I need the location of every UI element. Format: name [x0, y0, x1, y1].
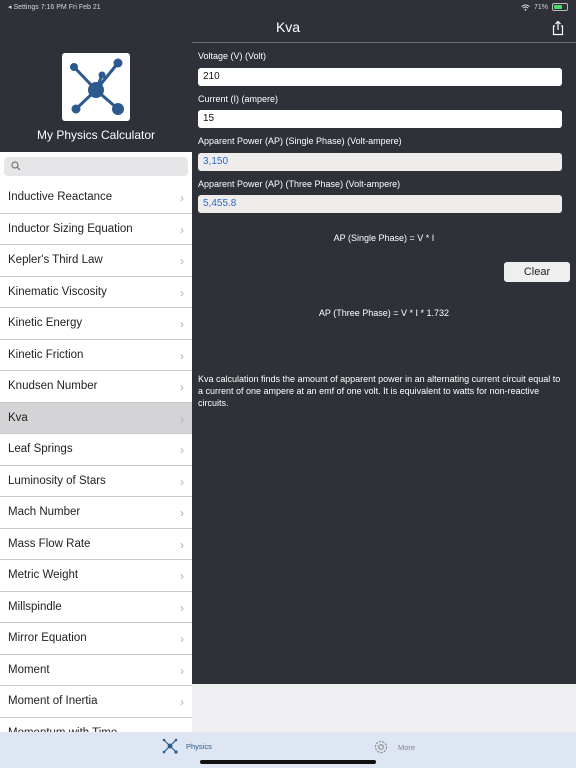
clear-button[interactable]: Clear	[504, 262, 570, 282]
list-item[interactable]: Moment of Inertia ›	[0, 686, 192, 718]
list-item[interactable]: Leaf Springs ›	[0, 434, 192, 466]
list-item-label: Inductive Reactance	[8, 191, 113, 204]
list-item-label: Kva	[8, 411, 28, 424]
list-item-label: Moment	[8, 663, 50, 676]
list-item[interactable]: Inductor Sizing Equation ›	[0, 213, 192, 245]
formula-list: Inductive Reactance › Inductor Sizing Equa…	[0, 182, 192, 732]
list-item[interactable]: Moment ›	[0, 654, 192, 686]
ap-three-label: Apparent Power (AP) (Three Phase) (Volt-…	[198, 179, 401, 189]
list-item[interactable]: Kepler's Third Law ›	[0, 245, 192, 277]
tab-physics-label: Physics	[186, 741, 212, 751]
chevron-right-icon: ›	[180, 537, 184, 552]
list-item-label: Mach Number	[8, 506, 81, 519]
chevron-right-icon: ›	[180, 443, 184, 457]
list-item-label: Kinetic Friction	[8, 348, 84, 361]
sidebar: My Physics Calculator Inductive Reactanc…	[0, 42, 192, 732]
list-item[interactable]: Kinematic Viscosity ›	[0, 276, 192, 308]
list-item-label: Metric Weight	[8, 569, 79, 582]
search-bar	[0, 152, 192, 182]
current-label: Current (I) (ampere)	[198, 94, 279, 104]
app-logo	[62, 53, 130, 121]
list-item[interactable]: Mach Number ›	[0, 497, 192, 529]
atom-icon	[70, 58, 124, 115]
list-item-label: Kepler's Third Law	[8, 254, 103, 267]
status-bar: ◂ Settings 7:16 PM Fri Feb 21 71%	[0, 0, 576, 14]
list-item[interactable]: Kinetic Energy ›	[0, 308, 192, 340]
current-input[interactable]: 15	[198, 110, 562, 128]
chevron-right-icon: ›	[180, 380, 184, 394]
app-name: My Physics Calculator	[36, 128, 156, 142]
list-item[interactable]: Mirror Equation ›	[0, 623, 192, 655]
chevron-right-icon: ›	[180, 348, 184, 363]
formula-three: AP (Three Phase) = V * I * 1.732	[318, 308, 450, 318]
battery-icon	[552, 3, 568, 11]
tab-more-label: More	[398, 742, 416, 752]
ap-single-label: Apparent Power (AP) (Single Phase) (Volt…	[198, 136, 402, 146]
list-item[interactable]: Momentum with Time›	[0, 717, 192, 732]
list-item[interactable]: Kinetic Friction ›	[0, 339, 192, 371]
wifi-icon	[521, 4, 530, 11]
status-time: ◂ Settings 7:16 PM Fri Feb 21	[8, 4, 101, 11]
description-text: Kva calculation finds the amount of appa…	[198, 374, 561, 408]
chevron-right-icon: ›	[180, 411, 184, 426]
formula-single: AP (Single Phase) = V * I	[333, 233, 435, 243]
sidebar-header: My Physics Calculator	[0, 42, 192, 152]
chevron-right-icon: ›	[180, 569, 184, 583]
list-item-label: Kinetic Energy	[8, 317, 83, 330]
chevron-right-icon: ›	[180, 600, 184, 615]
tab-more[interactable]: More	[372, 738, 415, 756]
home-indicator[interactable]	[200, 760, 376, 764]
list-item[interactable]: Kva ›	[0, 402, 192, 434]
list-item[interactable]: Knudsen Number ›	[0, 371, 192, 403]
voltage-label: Voltage (V) (Volt)	[198, 51, 267, 61]
chevron-right-icon: ›	[180, 317, 184, 331]
list-item-label: Mirror Equation	[8, 632, 87, 645]
list-item[interactable]: Mass Flow Rate ›	[0, 528, 192, 560]
list-item[interactable]: Millspindle ›	[0, 591, 192, 623]
nav-header: Kva	[0, 14, 576, 42]
list-item-label: Mass Flow Rate	[8, 537, 91, 550]
list-item-label: Millspindle	[8, 600, 62, 613]
list-item-label: Inductor Sizing Equation	[8, 222, 133, 235]
list-item[interactable]: Metric Weight ›	[0, 560, 192, 592]
gear-icon	[374, 740, 388, 754]
list-item-label: Knudsen Number	[8, 380, 98, 393]
chevron-right-icon: ›	[180, 191, 184, 205]
voltage-input[interactable]: 210	[198, 68, 562, 86]
search-input[interactable]	[4, 157, 188, 176]
battery-percent: 71%	[533, 3, 548, 11]
share-icon[interactable]	[550, 20, 566, 36]
chevron-right-icon: ›	[180, 222, 184, 237]
chevron-right-icon: ›	[180, 695, 184, 709]
list-item-label: Leaf Springs	[8, 443, 73, 456]
page-title: Kva	[275, 19, 301, 35]
chevron-right-icon: ›	[180, 285, 184, 300]
tab-physics[interactable]: Physics	[162, 738, 212, 754]
chevron-right-icon: ›	[180, 506, 184, 520]
search-icon	[11, 161, 21, 171]
chevron-right-icon: ›	[180, 474, 184, 489]
status-indicators: 71%	[521, 3, 568, 11]
chevron-right-icon: ›	[180, 632, 184, 646]
list-item[interactable]: Inductive Reactance ›	[0, 182, 192, 214]
list-item[interactable]: Luminosity of Stars ›	[0, 465, 192, 497]
calculator-panel: Voltage (V) (Volt) 210 Current (I) (ampe…	[192, 43, 576, 684]
ap-three-output: 5,455.8	[198, 195, 562, 213]
list-item-label: Luminosity of Stars	[8, 474, 106, 487]
chevron-right-icon: ›	[180, 254, 184, 268]
chevron-right-icon: ›	[180, 663, 184, 678]
list-item-label: Moment of Inertia	[8, 695, 98, 708]
atom-icon	[162, 738, 178, 754]
content-footer-area	[192, 684, 576, 732]
list-item-label: Kinematic Viscosity	[8, 285, 107, 298]
ap-single-output: 3,150	[198, 153, 562, 171]
